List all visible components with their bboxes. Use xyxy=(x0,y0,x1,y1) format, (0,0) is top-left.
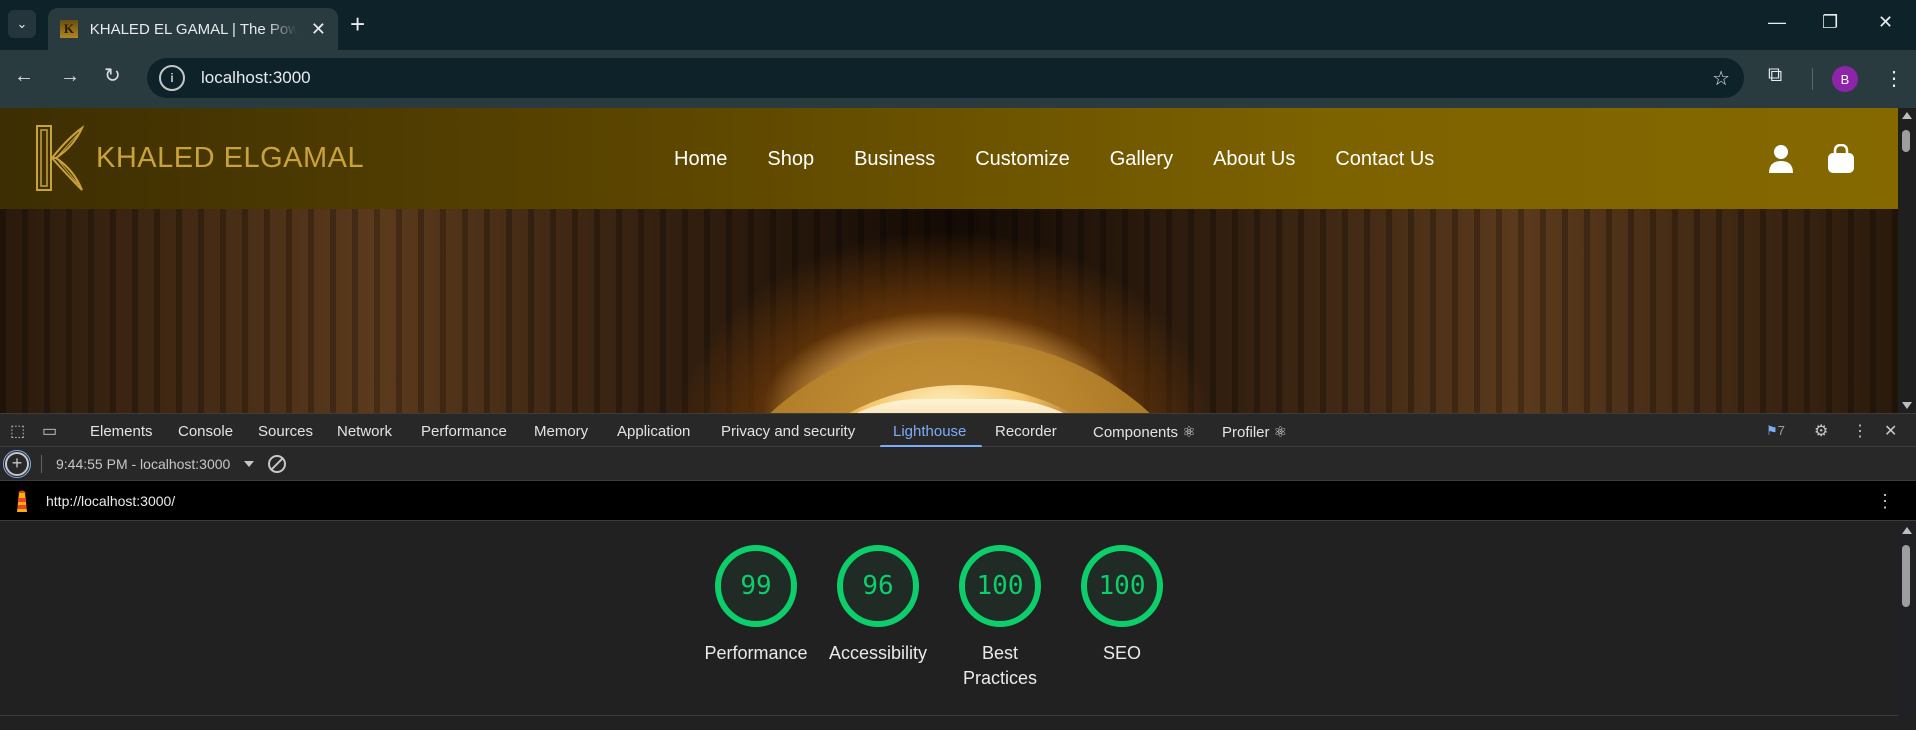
devtools-close-icon[interactable]: ✕ xyxy=(1884,421,1897,441)
gauge-seo[interactable]: 100 SEO xyxy=(1079,545,1165,691)
hero-arch xyxy=(680,339,1240,413)
report-scroll-thumb[interactable] xyxy=(1902,545,1910,607)
logo-text[interactable]: KHALED ELGAMAL xyxy=(96,142,364,175)
scroll-thumb[interactable] xyxy=(1902,130,1910,152)
gauge-performance-score: 99 xyxy=(715,545,797,627)
gauge-seo-label: SEO xyxy=(1102,643,1141,663)
report-selector[interactable]: 9:44:55 PM - localhost:3000 xyxy=(56,456,230,472)
lighthouse-report: 99 Performance 96 Accessibility 100 Best… xyxy=(0,521,1916,716)
tab-elements[interactable]: Elements xyxy=(90,423,153,440)
tab-title: KHALED EL GAMAL | The Power of Egyptian … xyxy=(89,20,297,38)
gauge-performance-label: Performance xyxy=(704,643,808,663)
new-report-plus-icon[interactable]: + xyxy=(3,450,31,478)
devtools-menu-kebab-icon[interactable]: ⋮ xyxy=(1852,421,1868,441)
lighthouse-url-bar: http://localhost:3000/ ⋮ xyxy=(0,481,1916,521)
nav-business[interactable]: Business xyxy=(854,148,935,171)
settings-gear-icon[interactable]: ⚙ xyxy=(1814,421,1828,441)
hero-banner-image xyxy=(0,209,1898,413)
report-bottom-strip xyxy=(0,716,1916,730)
gauge-seo-score: 100 xyxy=(1081,545,1163,627)
tab-search-chevron-icon[interactable]: ⌄ xyxy=(8,10,36,38)
site-info-icon[interactable]: i xyxy=(159,65,185,91)
lighthouse-logo-icon xyxy=(17,490,27,512)
report-menu-kebab-icon[interactable]: ⋮ xyxy=(1876,491,1894,512)
shopping-bag-icon[interactable] xyxy=(1826,144,1856,174)
nav-home[interactable]: Home xyxy=(674,148,727,171)
nav-gallery[interactable]: Gallery xyxy=(1110,148,1173,171)
logo-k-icon[interactable] xyxy=(34,124,86,192)
gauge-best-practices-label: Best Practices xyxy=(962,643,1038,688)
gauge-best-practices[interactable]: 100 Best Practices xyxy=(957,545,1043,691)
issues-flag-icon: ⚑ xyxy=(1766,423,1778,438)
site-header: KHALED ELGAMAL Home Shop Business Custom… xyxy=(0,108,1898,209)
new-tab-plus-icon[interactable]: + xyxy=(350,10,365,38)
browser-menu-kebab-icon[interactable]: ⋮ xyxy=(1884,66,1904,91)
report-selector-caret-icon[interactable] xyxy=(244,461,254,467)
device-toolbar-icon[interactable]: ▭ xyxy=(42,421,57,441)
address-url: localhost:3000 xyxy=(201,68,311,87)
tab-privacy-and-security[interactable]: Privacy and security xyxy=(721,423,855,440)
bookmark-star-icon[interactable]: ☆ xyxy=(1712,66,1730,91)
toolbar-divider xyxy=(1812,68,1813,90)
tab-sources[interactable]: Sources xyxy=(258,423,313,440)
tab-console[interactable]: Console xyxy=(178,423,233,440)
report-scrollbar[interactable] xyxy=(1898,521,1916,716)
user-account-icon[interactable] xyxy=(1768,144,1794,174)
page-viewport: KHALED ELGAMAL Home Shop Business Custom… xyxy=(0,108,1916,413)
browser-tab[interactable]: K KHALED EL GAMAL | The Power of Egyptia… xyxy=(48,8,338,50)
tab-application[interactable]: Application xyxy=(617,423,690,440)
issues-counter[interactable]: ⚑7 xyxy=(1766,423,1785,439)
tab-close-icon[interactable]: ✕ xyxy=(311,19,326,40)
gauge-performance[interactable]: 99 Performance xyxy=(704,545,808,691)
nav-contact-us[interactable]: Contact Us xyxy=(1335,148,1434,171)
inspect-element-icon[interactable]: ⬚ xyxy=(10,421,25,441)
gauge-accessibility-score: 96 xyxy=(837,545,919,627)
report-scroll-up-icon[interactable] xyxy=(1902,527,1912,534)
restore-icon[interactable]: ❐ xyxy=(1822,12,1838,33)
tab-memory[interactable]: Memory xyxy=(534,423,588,440)
score-gauges: 99 Performance 96 Accessibility 100 Best… xyxy=(704,545,1165,691)
back-arrow-icon[interactable]: ← xyxy=(14,66,34,86)
reload-icon[interactable]: ↻ xyxy=(104,66,121,86)
gauge-accessibility-label: Accessibility xyxy=(828,643,928,663)
gauge-best-practices-score: 100 xyxy=(959,545,1041,627)
browser-tab-strip: ⌄ K KHALED EL GAMAL | The Power of Egypt… xyxy=(0,0,1916,50)
nav-shop[interactable]: Shop xyxy=(767,148,814,171)
minimize-icon[interactable]: — xyxy=(1768,12,1786,33)
extensions-puzzle-icon[interactable]: ⧉ xyxy=(1768,64,1782,87)
forward-arrow-icon[interactable]: → xyxy=(60,66,80,86)
audited-url: http://localhost:3000/ xyxy=(46,493,176,509)
devtools-tab-bar: ⬚ ▭ Elements Console Sources Network Per… xyxy=(0,413,1916,448)
clear-reports-icon[interactable] xyxy=(268,455,286,473)
tab-favicon-icon: K xyxy=(60,20,78,38)
scroll-up-icon[interactable] xyxy=(1902,112,1912,119)
tab-performance[interactable]: Performance xyxy=(421,423,507,440)
window-close-icon[interactable]: ✕ xyxy=(1878,12,1893,33)
gauge-accessibility[interactable]: 96 Accessibility xyxy=(829,545,927,691)
toolbar-divider xyxy=(41,455,42,473)
tab-components[interactable]: Components ⚛ xyxy=(1093,423,1196,441)
lighthouse-toolbar: + 9:44:55 PM - localhost:3000 xyxy=(0,447,1916,481)
tab-lighthouse[interactable]: Lighthouse xyxy=(893,423,966,440)
profile-avatar[interactable]: B xyxy=(1832,66,1858,92)
tab-network[interactable]: Network xyxy=(337,423,392,440)
tab-profiler[interactable]: Profiler ⚛ xyxy=(1222,423,1287,441)
nav-about-us[interactable]: About Us xyxy=(1213,148,1295,171)
issues-count: 7 xyxy=(1777,423,1785,438)
address-bar[interactable]: i localhost:3000 ☆ xyxy=(147,58,1744,98)
tab-recorder[interactable]: Recorder xyxy=(995,423,1057,440)
page-scrollbar[interactable] xyxy=(1898,108,1916,413)
browser-toolbar: ← → ↻ i localhost:3000 ☆ ⧉ B ⋮ xyxy=(0,50,1916,108)
scroll-down-icon[interactable] xyxy=(1902,402,1912,409)
nav-customize[interactable]: Customize xyxy=(975,148,1069,171)
main-nav: Home Shop Business Customize Gallery Abo… xyxy=(674,148,1434,171)
